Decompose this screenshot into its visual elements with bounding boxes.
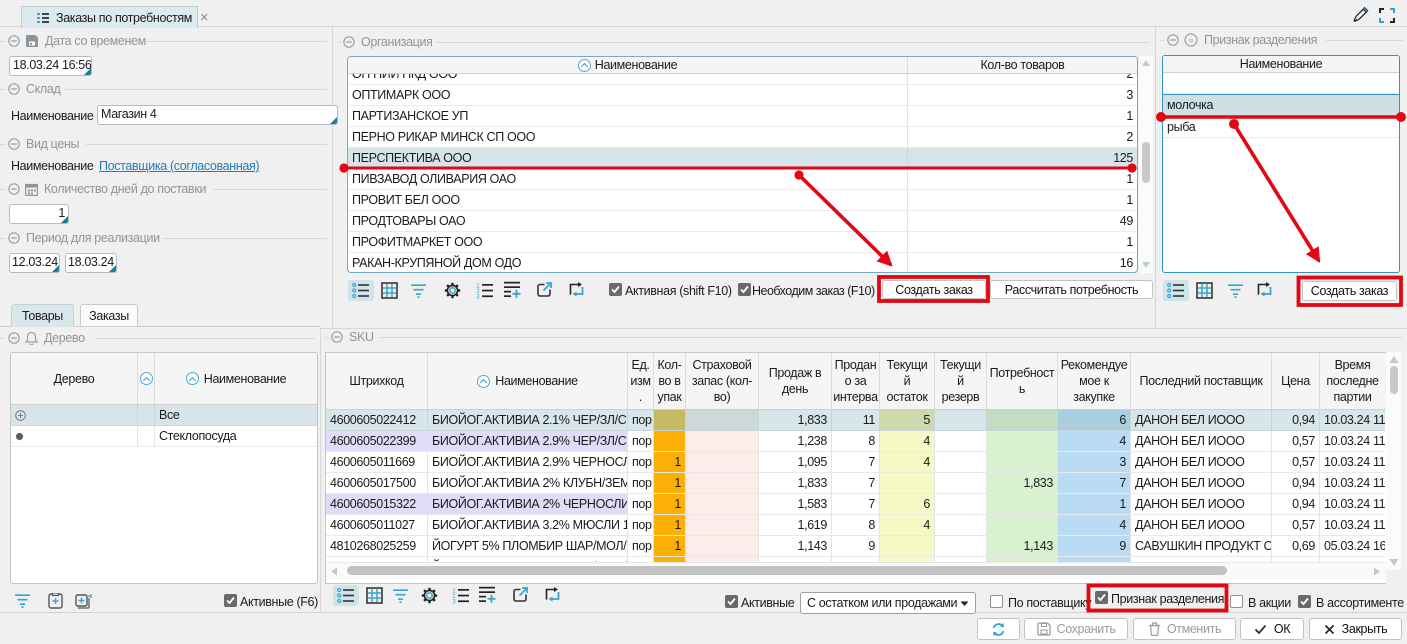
- svg-text:3: 3: [452, 599, 456, 604]
- svg-text:гр: гр: [1189, 38, 1193, 44]
- svg-text:3: 3: [476, 294, 480, 299]
